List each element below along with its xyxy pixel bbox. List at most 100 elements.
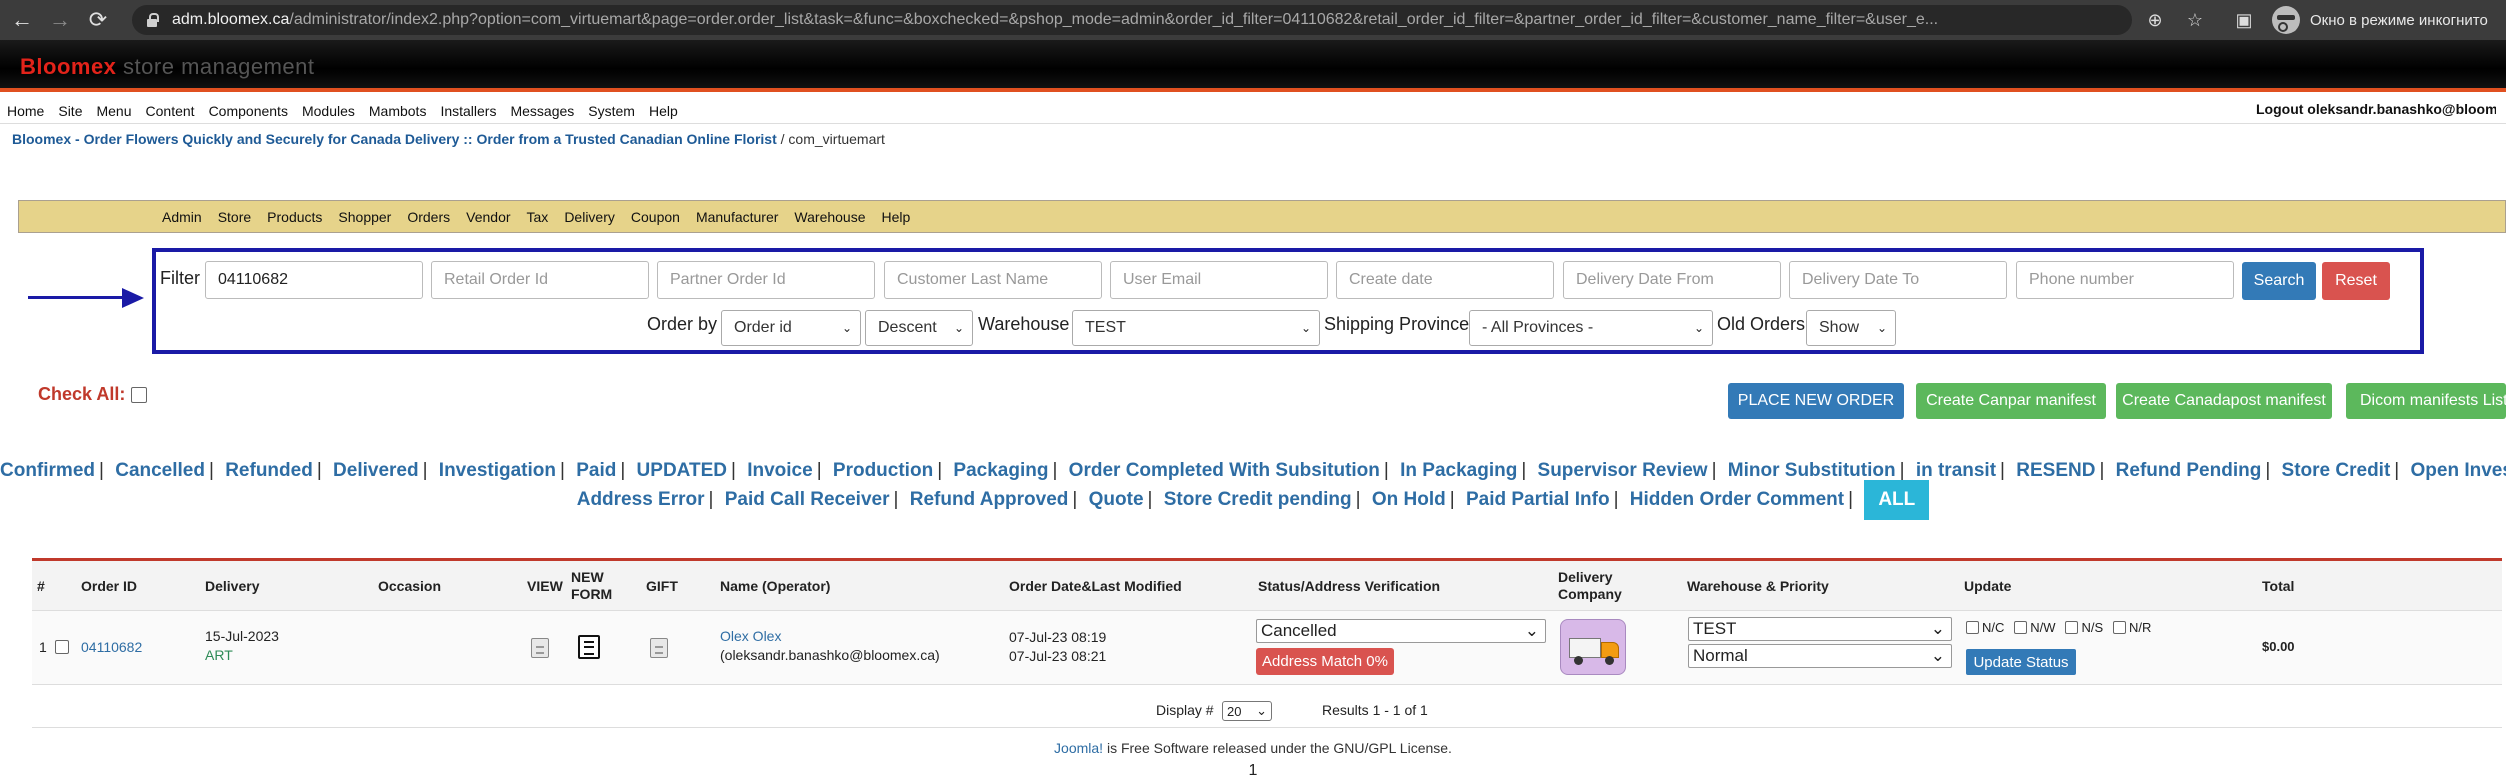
create-date-input[interactable]	[1336, 261, 1554, 299]
create-canpar-manifest-button[interactable]: Create Canpar manifest	[1916, 383, 2106, 419]
vm-menu-manufacturer[interactable]: Manufacturer	[688, 209, 786, 225]
status-link-refund-approved[interactable]: Refund Approved	[910, 489, 1069, 510]
operator-email: (oleksandr.banashko@bloomex.ca)	[720, 647, 940, 663]
status-link-investigation[interactable]: Investigation	[439, 460, 556, 481]
menu-mambots[interactable]: Mambots	[362, 103, 434, 119]
status-link-confirmed[interactable]: Confirmed	[0, 460, 95, 481]
customer-last-name-input[interactable]	[884, 261, 1102, 299]
vm-menu-warehouse[interactable]: Warehouse	[786, 209, 873, 225]
create-canadapost-manifest-button[interactable]: Create Canadapost manifest	[2116, 383, 2332, 419]
status-link-open-investigation[interactable]: Open Investigation	[2411, 460, 2506, 481]
old-orders-select[interactable]: Show ⌄	[1806, 310, 1896, 346]
status-link-minor-substitution[interactable]: Minor Substitution	[1728, 460, 1896, 481]
bookmark-star-icon[interactable]: ☆	[2183, 8, 2207, 32]
status-link-on-hold[interactable]: On Hold	[1372, 489, 1446, 510]
incognito-indicator[interactable]: Окно в режиме инкогнито	[2272, 6, 2488, 34]
new-form-icon[interactable]	[578, 635, 600, 659]
joomla-link[interactable]: Joomla!	[1054, 740, 1103, 756]
menu-content[interactable]: Content	[139, 103, 202, 119]
menu-home[interactable]: Home	[0, 103, 51, 119]
status-link-cancelled[interactable]: Cancelled	[115, 460, 205, 481]
status-link-delivered[interactable]: Delivered	[333, 460, 419, 481]
status-link-store-credit[interactable]: Store Credit	[2282, 460, 2391, 481]
flag-nr[interactable]: N/R	[2113, 620, 2151, 635]
status-link-address-error[interactable]: Address Error	[577, 489, 705, 510]
logout-link[interactable]: Logout oleksandr.banashko@bloomex.ca	[2256, 101, 2496, 117]
vm-menu-products[interactable]: Products	[259, 209, 330, 225]
vm-menu-help[interactable]: Help	[874, 209, 919, 225]
order-by-select[interactable]: Order id ⌄	[721, 310, 861, 346]
status-link-refund-pending[interactable]: Refund Pending	[2116, 460, 2262, 481]
menu-messages[interactable]: Messages	[503, 103, 581, 119]
status-link-invoice[interactable]: Invoice	[747, 460, 812, 481]
place-new-order-button[interactable]: PLACE NEW ORDER	[1728, 383, 1904, 419]
vm-menu-shopper[interactable]: Shopper	[330, 209, 399, 225]
status-link-supervisor-review[interactable]: Supervisor Review	[1538, 460, 1708, 481]
reload-icon[interactable]: ⟳	[82, 4, 114, 36]
user-email-input[interactable]	[1110, 261, 1328, 299]
vm-menu-vendor[interactable]: Vendor	[458, 209, 518, 225]
menu-site[interactable]: Site	[51, 103, 89, 119]
shipping-province-select[interactable]: - All Provinces - ⌄	[1469, 310, 1713, 346]
view-icon[interactable]	[531, 638, 549, 658]
menu-menu[interactable]: Menu	[89, 103, 138, 119]
row-priority-select[interactable]: Normal ⌄	[1688, 644, 1952, 668]
status-link-resend[interactable]: RESEND	[2016, 460, 2095, 481]
vm-menu-delivery[interactable]: Delivery	[556, 209, 623, 225]
update-status-button[interactable]: Update Status	[1966, 649, 2076, 675]
row-warehouse-select[interactable]: TEST ⌄	[1688, 617, 1952, 641]
address-bar[interactable]: adm.bloomex.ca/administrator/index2.php?…	[132, 5, 2132, 35]
row-checkbox[interactable]	[55, 640, 69, 654]
menu-modules[interactable]: Modules	[295, 103, 362, 119]
sidebar-icon[interactable]: ▣	[2232, 8, 2256, 32]
menu-components[interactable]: Components	[202, 103, 295, 119]
flag-nc[interactable]: N/C	[1966, 620, 2004, 635]
status-link-refunded[interactable]: Refunded	[225, 460, 313, 481]
zoom-icon[interactable]: ⊕	[2143, 8, 2167, 32]
status-link-all[interactable]: ALL	[1864, 480, 1930, 520]
back-icon[interactable]: ←	[6, 4, 38, 36]
reset-button[interactable]: Reset	[2322, 262, 2390, 300]
order-id-link[interactable]: 04110682	[81, 639, 142, 655]
vm-menu-tax[interactable]: Tax	[519, 209, 557, 225]
vm-menu-orders[interactable]: Orders	[399, 209, 458, 225]
partner-order-id-input[interactable]	[657, 261, 875, 299]
status-link-paid[interactable]: Paid	[576, 460, 616, 481]
breadcrumb-site-link[interactable]: Bloomex - Order Flowers Quickly and Secu…	[12, 131, 777, 147]
retail-order-id-input[interactable]	[431, 261, 649, 299]
status-link-in-packaging[interactable]: In Packaging	[1400, 460, 1517, 481]
warehouse-select[interactable]: TEST ⌄	[1072, 310, 1320, 346]
status-link-order-completed-with-subsitution[interactable]: Order Completed With Subsitution	[1069, 460, 1380, 481]
menu-installers[interactable]: Installers	[433, 103, 503, 119]
vm-menu-coupon[interactable]: Coupon	[623, 209, 688, 225]
sort-direction-select[interactable]: Descent ⌄	[865, 310, 973, 346]
order-status-select[interactable]: Cancelled ⌄	[1256, 619, 1546, 643]
order-id-filter-input[interactable]	[205, 261, 423, 299]
vm-menu-admin[interactable]: Admin	[154, 209, 210, 225]
status-link-paid-call-receiver[interactable]: Paid Call Receiver	[725, 489, 890, 510]
search-button[interactable]: Search	[2242, 262, 2316, 300]
customer-name-link[interactable]: Olex Olex	[720, 628, 781, 644]
menu-system[interactable]: System	[581, 103, 642, 119]
col-order-date: Order Date&Last Modified	[1009, 577, 1182, 594]
dicom-manifests-list-button[interactable]: Dicom manifests List	[2346, 383, 2506, 419]
flag-ns[interactable]: N/S	[2065, 620, 2103, 635]
phone-number-input[interactable]	[2016, 261, 2234, 299]
delivery-date-to-input[interactable]	[1789, 261, 2007, 299]
display-count-select[interactable]: 20 ⌄	[1222, 701, 1272, 721]
flag-nw[interactable]: N/W	[2014, 620, 2056, 635]
status-link-paid-partial-info[interactable]: Paid Partial Info	[1466, 489, 1610, 510]
menu-help[interactable]: Help	[642, 103, 685, 119]
status-link-packaging[interactable]: Packaging	[953, 460, 1048, 481]
status-link-in-transit[interactable]: in transit	[1916, 460, 1996, 481]
delivery-date-from-input[interactable]	[1563, 261, 1781, 299]
vm-menu-store[interactable]: Store	[210, 209, 259, 225]
status-link-hidden-order-comment[interactable]: Hidden Order Comment	[1630, 489, 1844, 510]
status-link-updated[interactable]: UPDATED	[637, 460, 727, 481]
gift-icon[interactable]	[650, 638, 668, 658]
check-all-checkbox[interactable]	[131, 386, 148, 403]
status-link-production[interactable]: Production	[833, 460, 933, 481]
forward-icon[interactable]: →	[44, 4, 76, 36]
status-link-quote[interactable]: Quote	[1089, 489, 1144, 510]
status-link-store-credit-pending[interactable]: Store Credit pending	[1164, 489, 1352, 510]
